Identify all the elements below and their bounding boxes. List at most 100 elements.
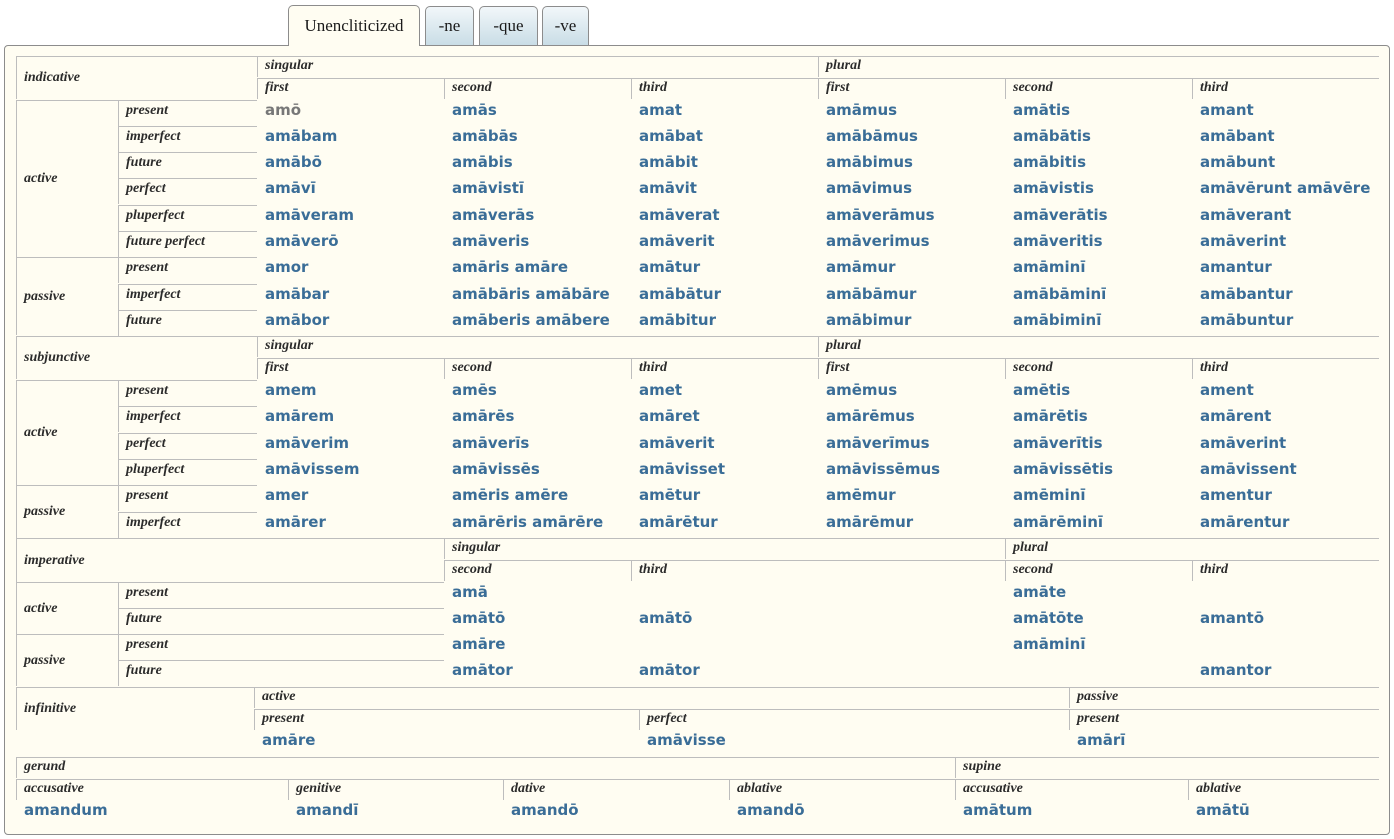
verb-form[interactable]: amāvimus — [818, 179, 1008, 201]
verb-form[interactable]: amāverīs — [444, 434, 634, 456]
verb-form[interactable]: amābāris amābāre — [444, 285, 634, 307]
verb-form[interactable]: amābiminī — [1005, 311, 1195, 333]
verb-form[interactable]: amārem — [257, 407, 447, 429]
verb-form[interactable]: amātis — [1005, 101, 1195, 123]
verb-form[interactable]: amābor — [257, 311, 447, 333]
verb-form[interactable]: amāret — [631, 407, 821, 429]
verb-form[interactable]: amantur — [1192, 258, 1382, 280]
verb-form[interactable]: amāre — [254, 731, 444, 753]
verb-form[interactable]: amāminī — [1005, 635, 1195, 657]
verb-form[interactable]: amāverō — [257, 232, 447, 254]
verb-form[interactable]: amābimus — [818, 153, 1008, 175]
verb-form[interactable]: amābāmus — [818, 127, 1008, 149]
verb-form[interactable]: amāvistis — [1005, 179, 1195, 201]
verb-form[interactable]: amāvissem — [257, 460, 447, 482]
verb-form[interactable]: amāverimus — [818, 232, 1008, 254]
verb-form[interactable]: amantō — [1192, 609, 1382, 631]
verb-form[interactable]: amārēs — [444, 407, 634, 429]
verb-form[interactable]: amārēminī — [1005, 513, 1195, 535]
verb-form[interactable]: amābitur — [631, 311, 821, 333]
verb-form[interactable]: amābitis — [1005, 153, 1195, 175]
verb-form[interactable]: amētur — [631, 486, 821, 508]
verb-form[interactable]: amārer — [257, 513, 447, 535]
verb-form[interactable]: amārētur — [631, 513, 821, 535]
verb-form[interactable]: amābuntur — [1192, 311, 1382, 333]
verb-form[interactable]: amāverat — [631, 206, 821, 228]
verb-form[interactable]: amāverāmus — [818, 206, 1008, 228]
gerund-form[interactable]: amandī — [288, 801, 478, 823]
verb-form[interactable]: amēmus — [818, 381, 1008, 403]
verb-form[interactable]: amāverit — [631, 434, 821, 456]
verb-form[interactable]: amātōte — [1005, 609, 1195, 631]
verb-form[interactable]: amāverant — [1192, 206, 1382, 228]
verb-form[interactable]: amābant — [1192, 127, 1382, 149]
verb-form[interactable]: amēris amēre — [444, 486, 634, 508]
verb-form[interactable]: amāveritis — [1005, 232, 1195, 254]
verb-form[interactable]: amāmus — [818, 101, 1008, 123]
verb-form[interactable]: amēs — [444, 381, 634, 403]
verb-form[interactable]: amārent — [1192, 407, 1382, 429]
verb-form[interactable]: amābunt — [1192, 153, 1382, 175]
verb-form[interactable]: amābis — [444, 153, 634, 175]
verb-form[interactable]: amet — [631, 381, 821, 403]
verb-form[interactable]: amābāminī — [1005, 285, 1195, 307]
verb-form[interactable]: amārī — [1069, 731, 1259, 753]
verb-form[interactable]: amāvissētis — [1005, 460, 1195, 482]
verb-form[interactable]: amāverit — [631, 232, 821, 254]
verb-form[interactable]: amēmur — [818, 486, 1008, 508]
supine-form[interactable]: amātum — [955, 801, 1145, 823]
tab-ne[interactable]: -ne — [425, 6, 474, 45]
verb-form[interactable]: amāverātis — [1005, 206, 1195, 228]
gerund-form[interactable]: amandō — [503, 801, 693, 823]
verb-form[interactable]: amābam — [257, 127, 447, 149]
verb-form[interactable]: amentur — [1192, 486, 1382, 508]
verb-form[interactable]: amem — [257, 381, 447, 403]
verb-form[interactable]: amābar — [257, 285, 447, 307]
verb-form[interactable]: amāmur — [818, 258, 1008, 280]
verb-form[interactable]: amārentur — [1192, 513, 1382, 535]
verb-form[interactable]: amāverās — [444, 206, 634, 228]
verb-form[interactable]: amāvisse — [639, 731, 829, 753]
verb-form[interactable]: amās — [444, 101, 634, 123]
verb-form[interactable]: amāvissent — [1192, 460, 1382, 482]
verb-form[interactable]: amāverim — [257, 434, 447, 456]
verb-form[interactable]: amāvit — [631, 179, 821, 201]
verb-form[interactable]: amātor — [631, 661, 821, 683]
verb-form[interactable]: amāris amāre — [444, 258, 634, 280]
verb-form[interactable]: amārēmur — [818, 513, 1008, 535]
verb-form[interactable]: amēminī — [1005, 486, 1195, 508]
verb-form[interactable]: amā — [444, 583, 634, 605]
gerund-form[interactable]: amandum — [16, 801, 206, 823]
verb-form[interactable]: amābit — [631, 153, 821, 175]
verb-form[interactable]: amāverītis — [1005, 434, 1195, 456]
verb-form[interactable]: amāveram — [257, 206, 447, 228]
verb-form[interactable]: amābātis — [1005, 127, 1195, 149]
verb-form[interactable]: amer — [257, 486, 447, 508]
verb-form[interactable]: amāvissēmus — [818, 460, 1008, 482]
verb-form[interactable]: amāvī — [257, 179, 447, 201]
verb-form[interactable]: amāvissēs — [444, 460, 634, 482]
verb-form[interactable]: amābātur — [631, 285, 821, 307]
verb-form[interactable]: amant — [1192, 101, 1382, 123]
tab-unencliticized[interactable]: Unencliticized — [288, 5, 420, 46]
verb-form[interactable]: amābō — [257, 153, 447, 175]
verb-form[interactable]: amat — [631, 101, 821, 123]
tab-que[interactable]: -que — [479, 6, 538, 45]
verb-form[interactable]: ament — [1192, 381, 1382, 403]
tab-ve[interactable]: -ve — [542, 6, 589, 45]
verb-form[interactable]: amātur — [631, 258, 821, 280]
verb-form[interactable]: amābimur — [818, 311, 1008, 333]
verb-form[interactable]: amārēris amārēre — [444, 513, 634, 535]
verb-form[interactable]: amāverint — [1192, 232, 1382, 254]
verb-form[interactable]: amārētis — [1005, 407, 1195, 429]
verb-form[interactable]: amāverint — [1192, 434, 1382, 456]
verb-form[interactable]: amāminī — [1005, 258, 1195, 280]
verb-form[interactable]: amāvērunt amāvēre — [1192, 179, 1382, 201]
verb-form[interactable]: amātō — [444, 609, 634, 631]
verb-form[interactable]: amāvisset — [631, 460, 821, 482]
verb-form[interactable]: amāvistī — [444, 179, 634, 201]
verb-form[interactable]: amētis — [1005, 381, 1195, 403]
verb-form[interactable]: amāverīmus — [818, 434, 1008, 456]
verb-form[interactable]: amāveris — [444, 232, 634, 254]
verb-form[interactable]: amābās — [444, 127, 634, 149]
